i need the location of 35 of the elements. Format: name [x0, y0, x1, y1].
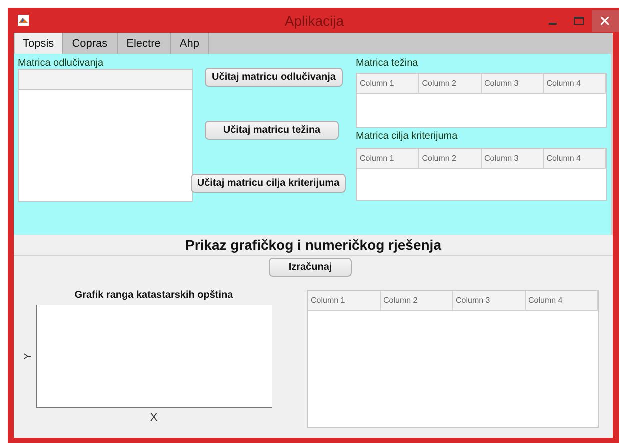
column-header[interactable]: Column 2 — [419, 74, 482, 93]
load-button[interactable]: Učitaj matricu težina — [205, 121, 339, 140]
target-label: Matrica cilja kriterijuma — [356, 131, 459, 142]
tab[interactable]: Topsis — [15, 33, 64, 54]
column-header[interactable]: Column 3 — [482, 74, 544, 93]
column-header[interactable]: Column 3 — [453, 291, 526, 310]
close-icon — [601, 16, 610, 24]
column-header[interactable]: Column 4 — [544, 149, 606, 168]
column-header[interactable]: Column 2 — [419, 149, 482, 168]
decision-matrix-label: Matrica odlučivanja — [18, 58, 105, 69]
column-header[interactable]: Column 4 — [526, 291, 598, 310]
column-header[interactable]: Column 1 — [357, 74, 420, 93]
column-header[interactable]: Column 1 — [357, 149, 420, 168]
section-heading: Prikaz grafičkog i numeričkog rješenja — [186, 237, 442, 253]
column-header[interactable]: Column 2 — [380, 291, 453, 310]
target-table[interactable]: Column 1 Column 2 Column 3 Column 4 — [356, 148, 607, 201]
load-button[interactable]: Učitaj matricu cilja kriterijuma — [191, 174, 346, 193]
chart-title: Grafik ranga katastarskih opština — [74, 290, 234, 303]
maximize-icon — [574, 16, 584, 24]
minimize-icon — [548, 22, 557, 24]
y-axis-label: Y — [22, 352, 34, 360]
x-axis-label: X — [150, 412, 158, 424]
column-header[interactable]: Column 4 — [544, 74, 606, 93]
window-title: Aplikacija — [284, 12, 344, 28]
app-logo-icon — [18, 15, 29, 26]
tab[interactable]: Electre — [118, 33, 171, 54]
weights-label: Matrica težina — [356, 58, 420, 69]
decision-matrix-table[interactable] — [18, 69, 193, 202]
calculate-button[interactable]: Izračunaj — [269, 258, 352, 277]
close-button[interactable] — [592, 10, 619, 32]
column-header[interactable]: Column 1 — [308, 291, 380, 310]
load-button[interactable]: Učitaj matricu odlučivanja — [205, 68, 343, 87]
column-header[interactable]: Column 3 — [482, 149, 544, 168]
weights-table[interactable]: Column 1 Column 2 Column 3 Column 4 — [356, 73, 607, 128]
results-table[interactable]: Column 1 Column 2 Column 3 Column 4 — [307, 290, 599, 428]
